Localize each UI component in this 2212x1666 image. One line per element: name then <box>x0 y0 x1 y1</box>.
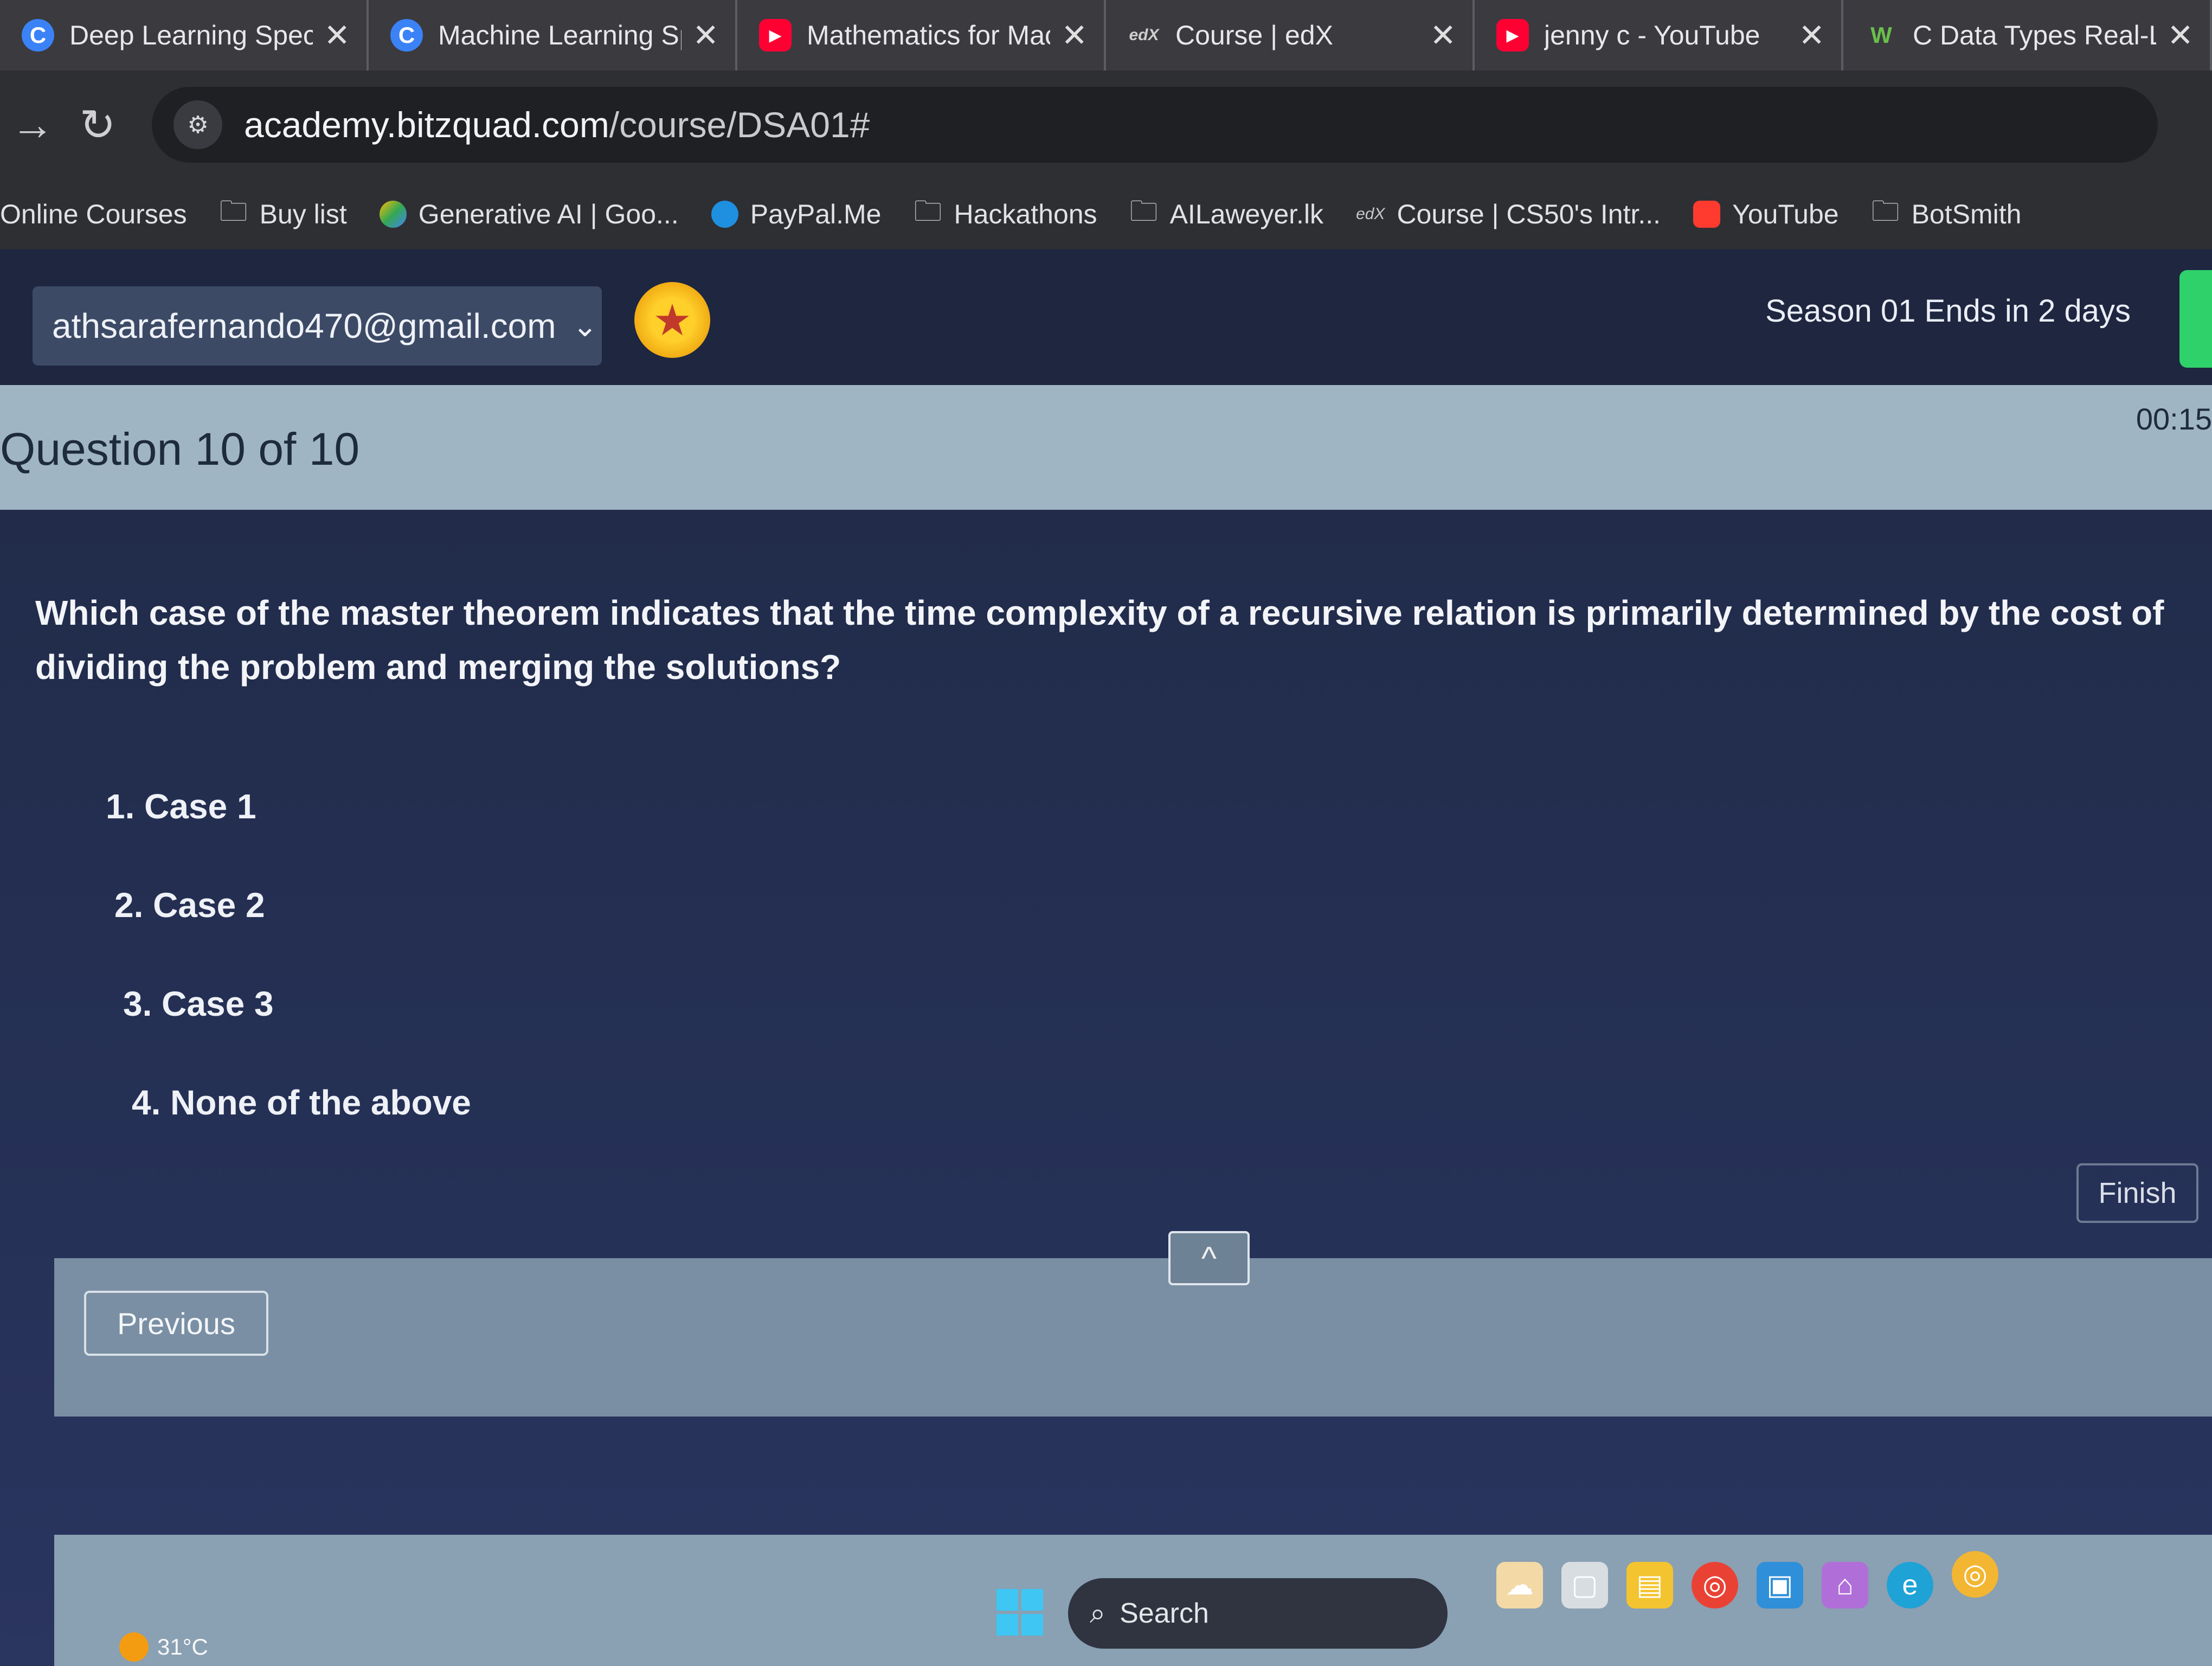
taskbar-search[interactable]: ⌕ Search <box>1068 1578 1448 1649</box>
bookmark-label: AILaweyer.lk <box>1169 199 1324 229</box>
close-icon[interactable]: ✕ <box>324 17 350 54</box>
question-counter: Question 10 of 10 <box>0 424 360 475</box>
option-case-3[interactable]: 3. Case 3 <box>106 984 471 1082</box>
bookmark-paypal[interactable]: PayPal.Me <box>711 198 882 230</box>
account-email: athsarafernando470@gmail.com <box>52 306 556 345</box>
green-action-tab[interactable] <box>2179 270 2212 368</box>
tab-title: Deep Learning Speci <box>69 20 313 50</box>
option-case-1[interactable]: 1. Case 1 <box>106 786 471 885</box>
address-bar[interactable]: ⚙ academy.bitzquad.com/course/DSA01# <box>152 87 2158 163</box>
widgets-icon[interactable]: ☁ <box>1496 1562 1543 1609</box>
tab-bar: C Deep Learning Speci ✕ C Machine Learni… <box>0 0 2212 71</box>
tab-title: Course | edX <box>1175 20 1333 50</box>
tab-machine-learning[interactable]: C Machine Learning Sp ✕ <box>369 0 737 71</box>
youtube-icon <box>1693 201 1721 228</box>
bookmark-ailaweyer[interactable]: 🗀 AILaweyer.lk <box>1130 190 1324 239</box>
folder-icon: 🗀 <box>914 195 942 227</box>
youtube-icon: ▶ <box>1496 19 1529 52</box>
chrome-icon[interactable]: ◎ <box>1692 1562 1738 1609</box>
bookmark-online-courses[interactable]: Online Courses <box>0 198 187 230</box>
forward-arrow-icon[interactable]: → <box>0 100 65 150</box>
answer-options: 1. Case 1 2. Case 2 3. Case 3 4. None of… <box>106 786 471 1181</box>
bookmark-hackathons[interactable]: 🗀 Hackathons <box>914 190 1097 239</box>
edx-icon: edX <box>1129 26 1159 44</box>
windows-start-icon[interactable] <box>996 1589 1043 1636</box>
bookmark-cs50[interactable]: edX Course | CS50's Intr... <box>1356 198 1661 230</box>
quiz-footer-bar <box>54 1258 2212 1417</box>
youtube-icon: ▶ <box>759 19 792 52</box>
bookmark-label: Hackathons <box>954 199 1097 229</box>
quiz-page: athsarafernando470@gmail.com ⌄ ★ Season … <box>0 249 2212 1666</box>
question-header: Question 10 of 10 00:15 <box>0 385 2212 510</box>
site-settings-icon[interactable]: ⚙ <box>173 100 222 149</box>
bookmark-buy-list[interactable]: 🗀 Buy list <box>220 190 347 239</box>
edge-icon[interactable]: e <box>1887 1562 1933 1609</box>
google-cloud-icon <box>379 201 407 228</box>
account-dropdown[interactable]: athsarafernando470@gmail.com ⌄ <box>33 286 602 366</box>
edx-icon: edX <box>1356 205 1385 223</box>
task-view-icon[interactable]: ▢ <box>1561 1562 1608 1609</box>
search-icon: ⌕ <box>1090 1597 1106 1629</box>
url-text: academy.bitzquad.com/course/DSA01# <box>244 105 870 145</box>
file-explorer-icon[interactable]: ▤ <box>1626 1562 1673 1609</box>
close-icon[interactable]: ✕ <box>2167 17 2194 54</box>
weather-sun-icon <box>119 1632 149 1662</box>
weather-widget[interactable]: 31°C <box>119 1632 208 1662</box>
chevron-up-icon: ^ <box>1201 1240 1217 1277</box>
quiz-timer: 00:15 <box>2136 402 2212 436</box>
tab-title: Mathematics for Mac <box>807 20 1051 50</box>
reload-icon[interactable]: ↻ <box>65 100 130 150</box>
bookmark-label: BotSmith <box>1911 199 2022 229</box>
weather-temp: 31°C <box>157 1634 208 1659</box>
tab-deep-learning[interactable]: C Deep Learning Speci ✕ <box>0 0 369 71</box>
top-nav: athsarafernando470@gmail.com ⌄ ★ Season … <box>0 249 2212 385</box>
close-icon[interactable]: ✕ <box>1798 17 1825 54</box>
c-logo-icon: C <box>390 19 423 52</box>
tab-youtube-jenny[interactable]: ▶ jenny c - YouTube ✕ <box>1475 0 1843 71</box>
achievement-badge-icon[interactable]: ★ <box>634 282 710 358</box>
bookmark-botsmith[interactable]: 🗀 BotSmith <box>1872 190 2022 239</box>
scroll-up-button[interactable]: ^ <box>1168 1231 1250 1285</box>
bookmark-label: YouTube <box>1732 199 1839 229</box>
tab-title: Machine Learning Sp <box>438 20 682 50</box>
c-logo-icon: C <box>22 19 54 52</box>
previous-button[interactable]: Previous <box>84 1291 268 1356</box>
bookmark-generative-ai[interactable]: Generative AI | Goo... <box>379 198 679 230</box>
season-countdown: Season 01 Ends in 2 days <box>1765 293 2131 329</box>
w3schools-icon: W <box>1870 22 1892 48</box>
tab-mathematics[interactable]: ▶ Mathematics for Mac ✕ <box>737 0 1106 71</box>
bookmarks-bar: Online Courses 🗀 Buy list Generative AI … <box>0 179 2212 249</box>
tab-title: C Data Types Real-Li <box>1913 20 2157 50</box>
tab-title: jenny c - YouTube <box>1544 20 1760 50</box>
bookmark-youtube[interactable]: YouTube <box>1693 198 1839 230</box>
taskbar-search-label: Search <box>1120 1598 1209 1629</box>
browser-toolbar: → ↻ ⚙ academy.bitzquad.com/course/DSA01# <box>0 71 2212 179</box>
folder-icon: 🗀 <box>1129 195 1158 227</box>
bookmark-label: Online Courses <box>0 199 187 229</box>
option-case-2[interactable]: 2. Case 2 <box>106 885 471 984</box>
chrome-canary-icon[interactable]: ◎ <box>1952 1551 1998 1598</box>
bookmark-label: Buy list <box>259 199 347 229</box>
close-icon[interactable]: ✕ <box>1061 17 1088 54</box>
home-app-icon[interactable]: ⌂ <box>1822 1562 1868 1609</box>
tab-edx[interactable]: edX Course | edX ✕ <box>1106 0 1475 71</box>
close-icon[interactable]: ✕ <box>1430 17 1456 54</box>
option-none-of-the-above[interactable]: 4. None of the above <box>106 1082 471 1181</box>
finish-button[interactable]: Finish <box>2076 1163 2198 1223</box>
close-icon[interactable]: ✕ <box>692 17 719 54</box>
folder-icon: 🗀 <box>1871 195 1900 227</box>
paypal-icon <box>711 201 738 228</box>
store-icon[interactable]: ▣ <box>1757 1562 1803 1609</box>
question-text: Which case of the master theorem indicat… <box>35 593 2164 687</box>
chevron-down-icon: ⌄ <box>572 309 598 343</box>
folder-icon: 🗀 <box>219 195 248 227</box>
tab-c-data-types[interactable]: W C Data Types Real-Li ✕ <box>1843 0 2212 71</box>
bookmark-label: PayPal.Me <box>750 199 882 229</box>
bookmark-label: Course | CS50's Intr... <box>1397 199 1661 229</box>
bookmark-label: Generative AI | Goo... <box>418 199 679 229</box>
